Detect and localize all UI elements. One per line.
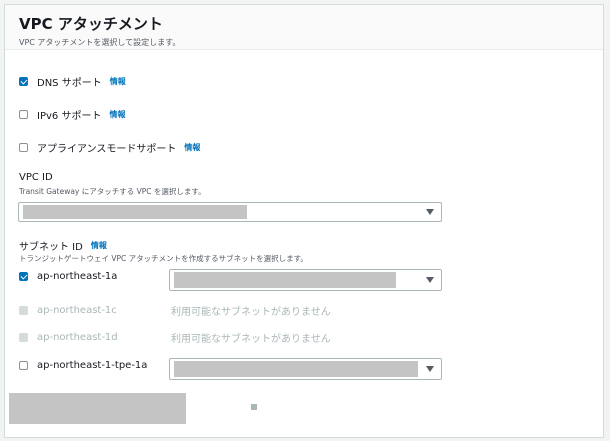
panel-title: VPC アタッチメント — [19, 15, 163, 33]
subnet-id-heading: サブネット ID 情報 — [19, 237, 107, 253]
zone-1a-redacted-value — [174, 272, 396, 288]
vpc-id-select[interactable] — [18, 202, 442, 222]
dns-support-label: DNS サポート — [37, 77, 102, 89]
appliance-mode-label: アプライアンスモードサポート — [37, 143, 177, 155]
vpc-attachment-panel: VPC アタッチメント VPC アタッチメントを選択して設定します。 DNS サ… — [4, 4, 604, 438]
ipv6-support-label: IPv6 サポート — [37, 110, 102, 122]
appliance-mode-checkbox[interactable] — [19, 142, 28, 152]
zone-1c-unavailable-message: 利用可能なサブネットがありません — [171, 307, 331, 318]
zone-1d-label: ap-northeast-1d — [37, 331, 118, 343]
caret-down-icon — [426, 277, 434, 283]
zone-tpe-1a-label: ap-northeast-1-tpe-1a — [37, 359, 148, 371]
zone-1c-label: ap-northeast-1c — [37, 304, 117, 316]
zone-tpe-1a-checkbox[interactable] — [19, 360, 28, 370]
zone-1a-checkbox[interactable] — [19, 271, 28, 281]
zone-tpe-1a-subnet-select[interactable] — [169, 358, 442, 380]
caret-down-icon — [426, 366, 434, 372]
ipv6-support-option[interactable]: IPv6 サポート 情報 — [19, 106, 125, 122]
vpc-id-label: VPC ID — [19, 172, 53, 183]
subnet-id-label: サブネット ID — [19, 241, 83, 253]
vpc-id-redacted-value — [23, 205, 247, 219]
zone-1d-checkbox — [19, 332, 28, 342]
zone-1a-subnet-select[interactable] — [169, 269, 442, 291]
zone-row-1d: ap-northeast-1d — [19, 329, 118, 345]
appliance-mode-info-link[interactable]: 情報 — [184, 142, 200, 153]
square-icon — [251, 404, 257, 410]
dns-support-info-link[interactable]: 情報 — [110, 76, 126, 87]
subnet-id-info-link[interactable]: 情報 — [91, 240, 107, 251]
zone-1a-label: ap-northeast-1a — [37, 270, 118, 282]
zone-1d-unavailable-message: 利用可能なサブネットがありません — [171, 334, 331, 345]
subnet-id-description: トランジットゲートウェイ VPC アタッチメントを作成するサブネットを選択します… — [19, 254, 308, 263]
appliance-mode-option[interactable]: アプライアンスモードサポート 情報 — [19, 139, 200, 155]
panel-description: VPC アタッチメントを選択して設定します。 — [19, 38, 181, 47]
dns-support-checkbox[interactable] — [19, 76, 28, 86]
ipv6-support-info-link[interactable]: 情報 — [109, 109, 125, 120]
vpc-id-description: Transit Gateway にアタッチする VPC を選択します。 — [19, 187, 206, 196]
zone-row-1a[interactable]: ap-northeast-1a — [19, 268, 117, 284]
zone-1c-checkbox — [19, 305, 28, 315]
zone-row-tpe-1a[interactable]: ap-northeast-1-tpe-1a — [19, 357, 147, 373]
zone-tpe-1a-redacted-value — [174, 361, 418, 377]
dns-support-option[interactable]: DNS サポート 情報 — [19, 73, 126, 89]
ipv6-support-checkbox[interactable] — [19, 109, 28, 119]
zone-row-1c: ap-northeast-1c — [19, 302, 117, 318]
caret-down-icon — [426, 209, 434, 215]
redacted-block — [9, 393, 186, 424]
panel-header: VPC アタッチメント VPC アタッチメントを選択して設定します。 — [5, 5, 603, 50]
